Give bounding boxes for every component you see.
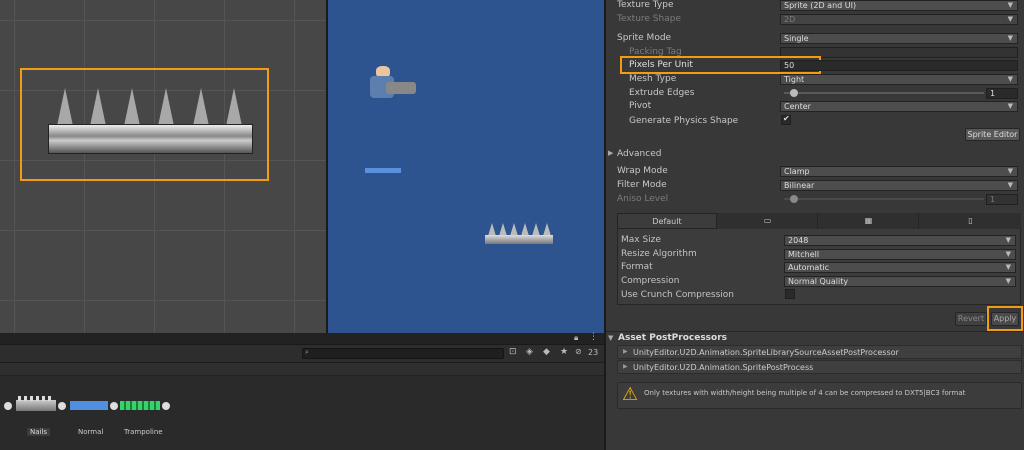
asset-label-trampoline: Trampoline xyxy=(124,428,163,436)
format-dropdown[interactable]: Automatic ▼ xyxy=(784,262,1016,273)
chevron-down-icon: ▼ xyxy=(1005,250,1011,258)
search-input[interactable]: ⌕ xyxy=(302,348,504,359)
star-icon[interactable]: ★ xyxy=(560,347,568,357)
aniso-level-label: Aniso Level xyxy=(617,194,669,204)
game-view[interactable] xyxy=(328,0,604,333)
resize-algorithm-dropdown[interactable]: Mitchell ▼ xyxy=(784,249,1016,260)
chevron-down-icon: ▼ xyxy=(1005,263,1011,271)
max-size-dropdown[interactable]: 2048 ▼ xyxy=(784,235,1016,246)
pixels-per-unit-label: Pixels Per Unit xyxy=(629,60,693,70)
menu-icon[interactable]: ⋮ xyxy=(589,332,598,342)
breadcrumb-bar xyxy=(0,363,604,376)
filter-by-label-icon[interactable]: ◈ xyxy=(526,347,533,357)
toolbar: ⌕ ⊡ ◈ ◆ ★ ⊘ 23 xyxy=(0,345,604,363)
sprite-editor-button[interactable]: Sprite Editor xyxy=(965,128,1020,141)
chevron-down-icon: ▼ xyxy=(1007,15,1013,23)
asset-label-nails: Nails xyxy=(27,428,51,436)
texture-type-label: Texture Type xyxy=(617,0,674,10)
tab-mobile[interactable]: ▯ xyxy=(920,213,1021,229)
chevron-down-icon: ▼ xyxy=(1007,34,1013,42)
asset-item-normal[interactable] xyxy=(70,399,120,413)
use-crunch-compression-label: Use Crunch Compression xyxy=(621,290,734,300)
lock-icon[interactable]: 🔒︎ xyxy=(574,333,578,343)
max-size-label: Max Size xyxy=(621,235,661,245)
aniso-level-field: 1 xyxy=(986,194,1018,205)
foldout-arrow-icon: ▶ xyxy=(623,348,628,355)
tag-icon[interactable]: ◆ xyxy=(543,347,550,357)
warning-icon: ⚠ xyxy=(622,384,639,405)
spike-platform-sprite xyxy=(485,223,553,245)
postprocessor-item[interactable]: ▶ UnityEditor.U2D.Animation.SpritePostPr… xyxy=(617,360,1022,374)
revert-button[interactable]: Revert xyxy=(955,312,987,326)
chevron-down-icon: ▼ xyxy=(1007,1,1013,9)
extrude-edges-slider[interactable] xyxy=(784,89,984,97)
sprite-mode-dropdown[interactable]: Single ▼ xyxy=(780,33,1018,44)
compression-dropdown[interactable]: Normal Quality ▼ xyxy=(784,276,1016,287)
platform-settings-box: Max Size 2048 ▼ Resize Algorithm Mitchell… xyxy=(617,229,1021,305)
format-label: Format xyxy=(621,262,653,272)
pixels-per-unit-field[interactable]: 50 xyxy=(780,60,1018,71)
wrap-mode-dropdown[interactable]: Clamp ▼ xyxy=(780,166,1018,177)
panel-header: 🔒︎ ⋮ xyxy=(0,332,604,345)
generate-physics-shape-label: Generate Physics Shape xyxy=(629,116,739,126)
asset-postprocessors-header[interactable]: Asset PostProcessors xyxy=(618,333,727,343)
search-icon: ⌕ xyxy=(305,348,309,356)
search-by-type-icon[interactable]: ⊡ xyxy=(509,347,517,357)
wrap-mode-label: Wrap Mode xyxy=(617,166,668,176)
extrude-edges-label: Extrude Edges xyxy=(629,88,695,98)
foldout-arrow-icon: ▶ xyxy=(623,363,628,370)
filter-mode-dropdown[interactable]: Bilinear ▼ xyxy=(780,180,1018,191)
player-sprite xyxy=(366,66,416,100)
generate-physics-shape-checkbox[interactable]: ✔ xyxy=(781,114,791,125)
asset-item-trampoline[interactable] xyxy=(120,399,172,413)
chevron-down-icon: ▼ xyxy=(1007,75,1013,83)
tab-default[interactable]: Default xyxy=(617,213,717,229)
filter-mode-label: Filter Mode xyxy=(617,180,667,190)
project-panel: 🔒︎ ⋮ ⌕ ⊡ ◈ ◆ ★ ⊘ 23 Nails Normal Trampol… xyxy=(0,332,604,450)
slider-handle xyxy=(790,195,798,203)
chevron-down-icon: ▼ xyxy=(1005,277,1011,285)
tab-webgl[interactable]: ▦ xyxy=(819,213,919,229)
slider-handle[interactable] xyxy=(790,89,798,97)
monitor-icon: ▭ xyxy=(763,216,772,225)
aniso-level-slider xyxy=(784,195,984,203)
resize-algorithm-label: Resize Algorithm xyxy=(621,249,697,259)
advanced-foldout-label[interactable]: Advanced xyxy=(617,149,661,159)
phone-icon: ▯ xyxy=(968,216,973,225)
scene-view[interactable] xyxy=(0,0,326,333)
pivot-label: Pivot xyxy=(629,101,652,111)
hidden-count: 23 xyxy=(588,348,599,357)
inspector-panel: Texture Type Sprite (2D and UI) ▼ Texture… xyxy=(606,0,1024,450)
sprite-mode-label: Sprite Mode xyxy=(617,33,672,43)
warning-box: ⚠ Only textures with width/height being … xyxy=(617,382,1022,409)
advanced-foldout-arrow-icon[interactable]: ▶ xyxy=(608,149,613,157)
hidden-packages-icon[interactable]: ⊘ xyxy=(575,347,582,356)
use-crunch-compression-checkbox[interactable] xyxy=(785,289,795,299)
normal-platform-sprite xyxy=(365,168,401,173)
chevron-down-icon: ▼ xyxy=(1005,236,1011,244)
section-divider xyxy=(606,331,1024,332)
texture-shape-label: Texture Shape xyxy=(617,14,681,24)
tab-standalone[interactable]: ▭ xyxy=(718,213,818,229)
spike-sprite[interactable] xyxy=(48,88,253,154)
compression-label: Compression xyxy=(621,276,680,286)
postprocessor-item[interactable]: ▶ UnityEditor.U2D.Animation.SpriteLibrar… xyxy=(617,345,1022,359)
chevron-down-icon: ▼ xyxy=(1007,102,1013,110)
pivot-dropdown[interactable]: Center ▼ xyxy=(780,101,1018,112)
chevron-down-icon: ▼ xyxy=(1007,167,1013,175)
chevron-down-icon: ▼ xyxy=(1007,181,1013,189)
asset-label-normal: Normal xyxy=(78,428,104,436)
asset-postprocessors-foldout-arrow-icon[interactable]: ▼ xyxy=(608,334,613,342)
checkmark-icon: ✔ xyxy=(783,114,790,123)
texture-type-dropdown[interactable]: Sprite (2D and UI) ▼ xyxy=(780,0,1018,11)
mesh-type-dropdown[interactable]: Tight ▼ xyxy=(780,74,1018,85)
asset-item-nails[interactable] xyxy=(4,396,66,413)
grid-icon: ▦ xyxy=(864,216,873,225)
platform-tabs: Default ▭ ▦ ▯ xyxy=(617,213,1021,229)
texture-shape-dropdown: 2D ▼ xyxy=(780,14,1018,25)
mesh-type-label: Mesh Type xyxy=(629,74,677,84)
extrude-edges-field[interactable]: 1 xyxy=(986,88,1018,99)
apply-button[interactable]: Apply xyxy=(991,312,1019,326)
